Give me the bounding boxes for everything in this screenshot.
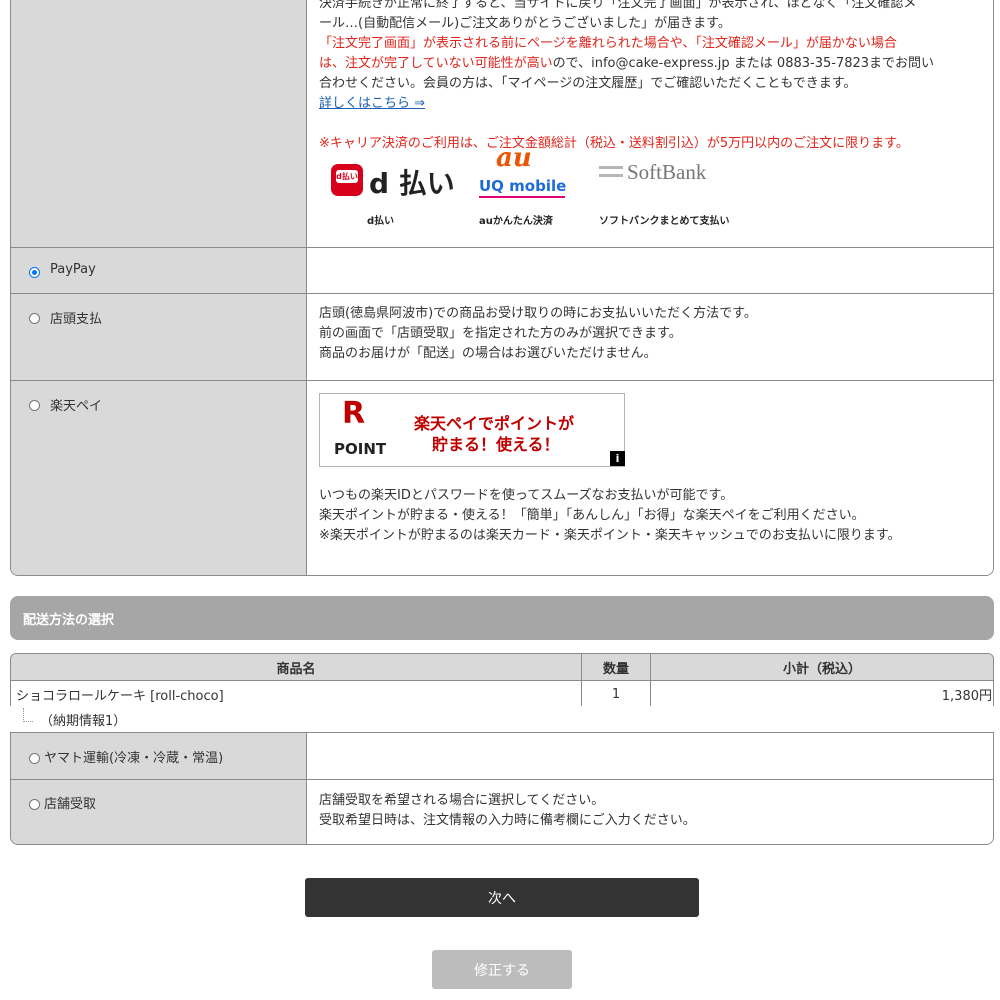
rakuten-desc-line1: いつもの楽天IDとパスワードを使ってスムーズなお支払いが可能です。: [319, 488, 734, 503]
info-icon[interactable]: i: [610, 451, 625, 466]
table-row: ショコラロールケーキ [roll-choco] 1 1,380円: [11, 680, 993, 707]
caption-au: auかんたん決済: [479, 216, 553, 227]
subtotal-cell: 1,380円: [650, 681, 993, 707]
yamato-row[interactable]: ヤマト運輸(冷凍・冷蔵・常温): [11, 733, 993, 779]
shipping-method-table: ヤマト運輸(冷凍・冷蔵・常温) 店舗受取 店舗受取を希望される場合に選択してくだ…: [10, 732, 994, 845]
yamato-label-cell[interactable]: ヤマト運輸(冷凍・冷蔵・常温): [11, 733, 307, 779]
rakuten-banner-line2: 貯まる！使える！: [432, 435, 560, 454]
store-pay-desc-line3: 商品のお届けが「配送」の場合はお選びいただけません。: [319, 346, 657, 361]
store-pay-label[interactable]: 店頭支払: [50, 308, 102, 327]
store-pay-desc-line1: 店頭(徳島県阿波市)での商品お受け取りの時にお支払いいただく方法です。: [319, 306, 757, 321]
store-pay-desc-cell: 店頭(徳島県阿波市)での商品お受け取りの時にお支払いいただく方法です。 前の画面…: [307, 294, 993, 380]
tree-line-vertical: [23, 708, 25, 722]
rakuten-point-text: POINT: [334, 440, 387, 458]
softbank-logo-text: SoftBank: [627, 160, 707, 184]
rakuten-pay-desc-cell: R POINT 楽天ペイでポイントが 貯まる！使える！ i いつもの楽天IDとパ…: [307, 381, 993, 575]
next-button[interactable]: 次へ: [305, 878, 699, 917]
store-pay-desc-line2: 前の画面で「店頭受取」を指定された方のみが選択できます。: [319, 326, 682, 341]
rakuten-pay-radio[interactable]: [29, 400, 40, 411]
delivery-info-row: （納期情報1）: [10, 706, 994, 732]
quantity-cell: 1: [581, 681, 650, 707]
payment-method-table: 決済手続きが正常に終了すると、当サイトに戻り「注文完了画面」が表示され、ほどなく…: [10, 0, 994, 576]
store-pay-radio[interactable]: [29, 313, 40, 324]
paypay-desc-cell: [307, 248, 993, 293]
carrier-desc-line4: は、注文が完了していない可能性が高いので、info@cake-express.j…: [319, 54, 934, 74]
rakuten-point-banner[interactable]: R POINT 楽天ペイでポイントが 貯まる！使える！ i: [319, 393, 625, 467]
rakuten-r-logo: R: [342, 396, 366, 431]
rakuten-desc-line3: ※楽天ポイントが貯まるのは楽天カード・楽天ポイント・楽天キャッシュでのお支払いに…: [319, 528, 901, 543]
paypay-row[interactable]: PayPay: [11, 247, 993, 293]
paypay-label[interactable]: PayPay: [50, 262, 96, 277]
store-pay-label-cell[interactable]: 店頭支払: [11, 294, 307, 380]
carrier-limit-note: ※キャリア決済のご利用は、ご注文金額総計（税込・送料割引込）が5万円以内のご注文…: [319, 136, 909, 151]
edit-button[interactable]: 修正する: [432, 950, 572, 989]
paypay-label-cell[interactable]: PayPay: [11, 248, 307, 293]
uq-mobile-logo-text: UQ mobile: [479, 177, 567, 195]
store-pickup-label-cell[interactable]: 店舗受取: [11, 780, 307, 844]
caption-softbank: ソフトバンクまとめて支払い: [599, 216, 730, 227]
rakuten-pay-label[interactable]: 楽天ペイ: [50, 395, 102, 414]
caption-dpay: d払い: [367, 216, 395, 227]
rakuten-desc-line2: 楽天ポイントが貯まる・使える！「簡単」「あんしん」「お得」な楽天ペイをご利用くだ…: [319, 508, 865, 523]
carrier-payment-label-cell: [11, 0, 307, 247]
softbank-logo-bars: [599, 166, 623, 177]
dpay-badge-text: d払い: [336, 172, 358, 181]
store-pay-row[interactable]: 店頭支払 店頭(徳島県阿波市)での商品お受け取りの時にお支払いいただく方法です。…: [11, 293, 993, 380]
carrier-payment-desc-cell: 決済手続きが正常に終了すると、当サイトに戻り「注文完了画面」が表示され、ほどなく…: [307, 0, 993, 247]
delivery-info-label: （納期情報1）: [40, 714, 127, 729]
paypay-radio[interactable]: [29, 267, 40, 278]
carrier-payment-row: 決済手続きが正常に終了すると、当サイトに戻り「注文完了画面」が表示され、ほどなく…: [11, 0, 993, 247]
carrier-desc-line4-warning: は、注文が完了していない可能性が高い: [319, 56, 553, 71]
product-table: 商品名 数量 小計（税込） ショコラロールケーキ [roll-choco] 1 …: [10, 653, 994, 708]
shipping-section-title: 配送方法の選択: [23, 613, 115, 628]
store-pickup-label[interactable]: 店舗受取: [44, 793, 96, 812]
uq-logo-underline: [479, 196, 565, 198]
store-pickup-desc-line1: 店舗受取を希望される場合に選択してください。: [319, 793, 605, 808]
carrier-desc-line5: 合わせください。会員の方は、「マイページの注文履歴」でご確認いただくこともできま…: [319, 76, 857, 91]
carrier-desc-line1: 決済手続きが正常に終了すると、当サイトに戻り「注文完了画面」が表示され、ほどなく…: [319, 0, 917, 11]
store-pickup-row[interactable]: 店舗受取 店舗受取を希望される場合に選択してください。 受取希望日時は、注文情報…: [11, 779, 993, 844]
rakuten-pay-label-cell[interactable]: 楽天ペイ: [11, 381, 307, 575]
store-pickup-radio[interactable]: [29, 799, 40, 810]
dpay-logo-badge: d払い: [331, 164, 363, 196]
shipping-section-header: 配送方法の選択: [10, 596, 994, 640]
carrier-desc-line2: ール…(自動配信メール)ご注文ありがとうございました」が届きます。: [319, 16, 731, 31]
rakuten-pay-row[interactable]: 楽天ペイ R POINT 楽天ペイでポイントが 貯まる！使える！ i いつもの楽…: [11, 380, 993, 575]
details-link[interactable]: 詳しくはこちら ⇒: [319, 94, 425, 114]
dpay-logo-text: d 払い: [369, 167, 455, 200]
store-pickup-desc-line2: 受取希望日時は、注文情報の入力時に備考欄にご入力ください。: [319, 813, 696, 828]
au-logo-text: au: [496, 143, 532, 173]
tree-line-horizontal: [23, 721, 33, 723]
yamato-label[interactable]: ヤマト運輸(冷凍・冷蔵・常温): [44, 747, 223, 766]
header-product-name: 商品名: [276, 661, 316, 677]
carrier-desc-line4-contact: ので、info@cake-express.jp または 0883-35-7823…: [552, 56, 935, 71]
product-name-cell: ショコラロールケーキ [roll-choco]: [16, 688, 224, 704]
header-quantity: 数量: [581, 654, 650, 680]
yamato-radio[interactable]: [29, 753, 40, 764]
carrier-desc-line3: 「注文完了画面」が表示される前にページを離れられた場合や、「注文確認メール」が届…: [319, 36, 897, 51]
product-table-header: 商品名 数量 小計（税込）: [11, 654, 993, 680]
yamato-desc-cell: [307, 733, 993, 779]
header-subtotal: 小計（税込）: [650, 654, 993, 680]
store-pickup-desc-cell: 店舗受取を希望される場合に選択してください。 受取希望日時は、注文情報の入力時に…: [307, 780, 993, 844]
